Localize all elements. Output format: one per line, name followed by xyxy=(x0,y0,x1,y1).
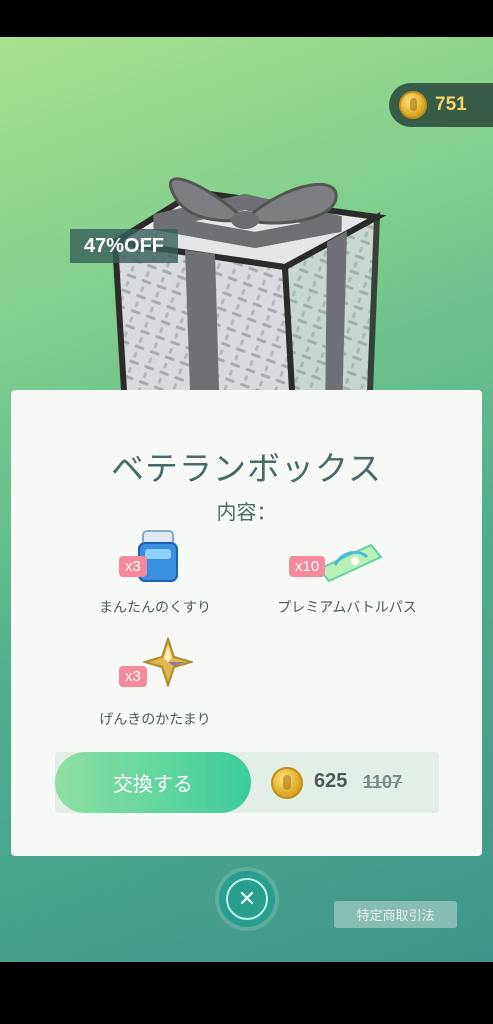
max-revive-icon xyxy=(143,637,193,687)
item-name: プレミアムバトルパス xyxy=(277,600,417,616)
item-quantity: x10 xyxy=(289,556,326,577)
coin-count: 751 xyxy=(435,94,467,115)
coin-icon xyxy=(271,767,303,799)
item-name: まんたんのくすり xyxy=(99,600,211,616)
contents-label: 内容： xyxy=(216,500,277,524)
offer-title: ベテランボックス xyxy=(110,449,382,488)
price: 625 xyxy=(314,770,348,792)
original-price: 1107 xyxy=(363,772,403,792)
close-button[interactable]: ✕ xyxy=(219,871,275,927)
status-bar xyxy=(0,0,493,37)
item-quantity: x3 xyxy=(119,556,147,577)
item-max-revive: x3 げんきのかたまり xyxy=(55,637,255,729)
item-quantity: x3 xyxy=(119,666,147,687)
legal-notice-button[interactable]: 特定商取引法 xyxy=(334,901,457,928)
item-max-potion: x3 まんたんのくすり xyxy=(55,525,255,617)
premium-battle-pass-icon xyxy=(317,543,383,583)
shop-offer-screen: 751 47%OFF ベテランボックス 内容： x3 まんたんのくすり x10 … xyxy=(0,37,493,962)
coin-balance: 751 xyxy=(389,83,493,127)
navigation-bar xyxy=(0,962,493,1024)
coin-icon xyxy=(399,91,427,119)
purchase-row: 交換する 625 1107 xyxy=(55,752,439,813)
close-icon: ✕ xyxy=(226,878,268,920)
item-name: げんきのかたまり xyxy=(99,712,211,728)
discount-badge: 47%OFF xyxy=(70,229,178,263)
offer-card: ベテランボックス 内容： x3 まんたんのくすり x10 プレミアムバトルパス … xyxy=(11,390,482,856)
exchange-button[interactable]: 交換する xyxy=(55,752,251,813)
item-premium-battle-pass: x10 プレミアムバトルパス xyxy=(247,525,447,617)
